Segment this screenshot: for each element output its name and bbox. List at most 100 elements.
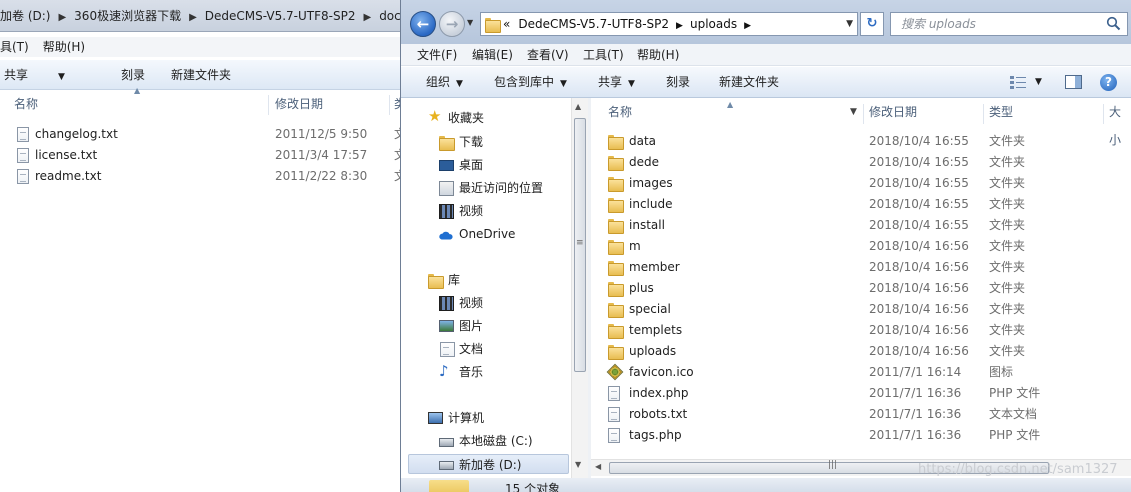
history-dropdown[interactable]: ▼ — [467, 18, 473, 27]
share-button[interactable]: 共享 ▼ — [4, 68, 65, 82]
file-row[interactable]: license.txt 2011/3/4 17:57 文 — [0, 145, 400, 166]
address-dropdown[interactable]: ▼ — [846, 13, 853, 35]
breadcrumb-overflow[interactable]: « — [503, 17, 510, 31]
file-name: install — [629, 218, 665, 232]
breadcrumb-item[interactable]: 360极速浏览器下载 — [74, 9, 181, 23]
nav-item-pictures[interactable]: 图片 — [401, 316, 566, 336]
file-date: 2018/10/4 16:56 — [869, 302, 969, 316]
new-folder-button[interactable]: 新建文件夹 — [171, 68, 231, 82]
nav-item-downloads[interactable]: 下载 — [401, 132, 566, 152]
file-type: 文件夹 — [989, 323, 1026, 337]
chevron-right-icon[interactable]: ▶ — [744, 21, 751, 31]
burn-button[interactable]: 刻录 — [121, 68, 145, 82]
chevron-down-icon[interactable]: ▼ — [1035, 67, 1042, 98]
file-row[interactable]: install 2018/10/4 16:55 文件夹 — [591, 215, 1131, 236]
cloud-icon — [439, 231, 453, 240]
column-divider[interactable] — [983, 104, 984, 124]
breadcrumb-item[interactable]: DedeCMS-V5.7-UTF8-SP2 — [518, 17, 669, 31]
column-date[interactable]: 修改日期 — [275, 91, 323, 117]
file-row[interactable]: uploads 2018/10/4 16:56 文件夹 — [591, 341, 1131, 362]
video-icon — [439, 204, 454, 219]
share-label: 共享 — [598, 75, 623, 89]
menu-edit[interactable]: 编辑(E) — [472, 44, 513, 66]
column-name[interactable]: 名称 — [608, 98, 632, 126]
command-bar: 共享 ▼ 刻录 新建文件夹 — [0, 60, 400, 90]
column-date[interactable]: 修改日期 — [869, 98, 917, 126]
column-divider[interactable] — [1103, 104, 1104, 124]
scroll-down-icon[interactable]: ▼ — [575, 460, 581, 469]
burn-button[interactable]: 刻录 — [666, 67, 690, 98]
nav-item-drive-c[interactable]: 本地磁盘 (C:) — [401, 431, 566, 451]
breadcrumb-item[interactable]: doc — [379, 9, 400, 23]
breadcrumb-item[interactable]: uploads — [690, 17, 737, 31]
search-input[interactable]: 搜索 uploads — [890, 12, 1128, 36]
disk-drive-icon — [439, 461, 454, 470]
breadcrumb-item[interactable]: 加卷 (D:) — [0, 9, 50, 23]
share-button[interactable]: 共享 ▼ — [598, 67, 635, 100]
file-row[interactable]: tags.php 2011/7/1 16:36 PHP 文件 — [591, 425, 1131, 446]
menu-help[interactable]: 帮助(H) — [43, 40, 85, 54]
disk-drive-icon — [439, 438, 454, 447]
menu-tools[interactable]: 工具(T) — [583, 44, 624, 66]
menu-help[interactable]: 帮助(H) — [637, 44, 679, 66]
nav-libraries[interactable]: 库 — [401, 270, 566, 290]
menu-file[interactable]: 文件(F) — [417, 44, 457, 66]
file-row[interactable]: member 2018/10/4 16:56 文件夹 — [591, 257, 1131, 278]
view-options-icon[interactable] — [1010, 76, 1026, 89]
nav-item-music[interactable]: ♪ 音乐 — [401, 362, 566, 382]
file-date: 2018/10/4 16:56 — [869, 260, 969, 274]
nav-computer[interactable]: 计算机 — [401, 408, 566, 428]
breadcrumb-item[interactable]: DedeCMS-V5.7-UTF8-SP2 — [205, 9, 356, 23]
file-row[interactable]: changelog.txt 2011/12/5 9:50 文 — [0, 124, 400, 145]
file-row[interactable]: favicon.ico 2011/7/1 16:14 图标 — [591, 362, 1131, 383]
address-bar[interactable]: « DedeCMS-V5.7-UTF8-SP2 ▶ uploads ▶ ▼ — [480, 12, 858, 36]
file-row[interactable]: templets 2018/10/4 16:56 文件夹 — [591, 320, 1131, 341]
column-divider[interactable] — [268, 95, 269, 115]
chevron-down-icon[interactable]: ▼ — [850, 98, 857, 126]
help-icon[interactable]: ? — [1100, 74, 1117, 91]
php-file-icon — [608, 386, 620, 401]
scroll-up-icon[interactable]: ▲ — [575, 102, 581, 111]
nav-item-documents[interactable]: 文档 — [401, 339, 566, 359]
column-divider[interactable] — [863, 104, 864, 124]
file-row[interactable]: dede 2018/10/4 16:55 文件夹 — [591, 152, 1131, 173]
menu-tools[interactable]: 具(T) — [0, 40, 29, 54]
back-button[interactable]: ← — [410, 11, 436, 37]
nav-favorites[interactable]: ★ 收藏夹 — [401, 108, 566, 128]
forward-button[interactable]: → — [439, 11, 465, 37]
nav-item-videos[interactable]: 视频 — [401, 201, 566, 221]
file-name: plus — [629, 281, 654, 295]
menu-view[interactable]: 查看(V) — [527, 44, 569, 66]
file-row[interactable]: index.php 2011/7/1 16:36 PHP 文件 — [591, 383, 1131, 404]
preview-pane-icon[interactable] — [1065, 75, 1082, 89]
refresh-button[interactable]: ↻ — [860, 12, 884, 36]
file-row[interactable]: plus 2018/10/4 16:56 文件夹 — [591, 278, 1131, 299]
file-row[interactable]: data 2018/10/4 16:55 文件夹 — [591, 131, 1131, 152]
file-row[interactable]: robots.txt 2011/7/1 16:36 文本文档 — [591, 404, 1131, 425]
file-row[interactable]: include 2018/10/4 16:55 文件夹 — [591, 194, 1131, 215]
organize-button[interactable]: 组织 ▼ — [426, 67, 463, 100]
file-type: 文件夹 — [989, 260, 1026, 274]
library-icon — [428, 273, 444, 289]
include-in-library-button[interactable]: 包含到库中 ▼ — [494, 67, 567, 100]
nav-item-onedrive[interactable]: OneDrive — [401, 224, 566, 244]
nav-label: 下载 — [459, 135, 484, 149]
column-divider[interactable] — [389, 95, 390, 115]
scroll-left-icon[interactable]: ◀ — [595, 462, 601, 471]
file-name: m — [629, 239, 641, 253]
nav-item-desktop[interactable]: 桌面 — [401, 155, 566, 175]
file-row[interactable]: readme.txt 2011/2/22 8:30 文 — [0, 166, 400, 187]
column-name[interactable]: 名称 — [14, 91, 38, 117]
address-bar[interactable]: 加卷 (D:) ▶ 360极速浏览器下载 ▶ DedeCMS-V5.7-UTF8-SP2… — [0, 0, 400, 32]
chevron-right-icon[interactable]: ▶ — [676, 21, 683, 31]
file-row[interactable]: images 2018/10/4 16:55 文件夹 — [591, 173, 1131, 194]
navigation-scrollbar[interactable]: ▲ ≡ ▼ — [571, 98, 588, 478]
file-row[interactable]: special 2018/10/4 16:56 文件夹 — [591, 299, 1131, 320]
nav-item-drive-d[interactable]: 新加卷 (D:) — [408, 454, 569, 474]
file-name: license.txt — [35, 148, 98, 162]
nav-item-videos-library[interactable]: 视频 — [401, 293, 566, 313]
file-row[interactable]: m 2018/10/4 16:56 文件夹 — [591, 236, 1131, 257]
column-type[interactable]: 类型 — [989, 98, 1013, 126]
search-icon[interactable] — [1106, 16, 1121, 31]
nav-item-recent-places[interactable]: 最近访问的位置 — [401, 178, 566, 198]
